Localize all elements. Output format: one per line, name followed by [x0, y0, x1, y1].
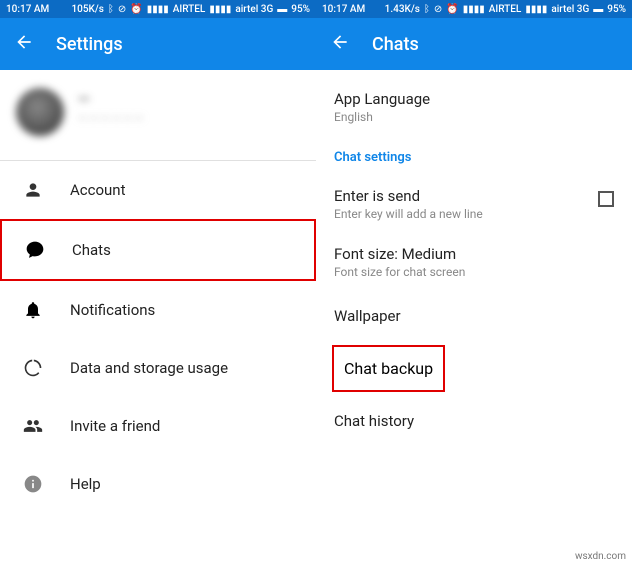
- signal-icon-2: ▮▮▮▮: [525, 4, 547, 15]
- signal-icon: ▮▮▮▮: [147, 4, 169, 15]
- network-label: airtel 3G: [551, 4, 589, 15]
- status-right: 1.43K/s ᛒ ⊘ ⏰ ▮▮▮▮ AIRTEL ▮▮▮▮ airtel 3G…: [385, 4, 626, 15]
- dnd-icon: ⊘: [118, 4, 126, 15]
- setting-chat-history[interactable]: Chat history: [316, 396, 632, 446]
- data-usage-icon: [22, 357, 44, 379]
- profile-status: — — — — — —: [78, 112, 300, 126]
- info-icon: [22, 473, 44, 495]
- menu-label: Account: [70, 181, 126, 199]
- chats-content: App Language English Chat settings Enter…: [316, 70, 632, 565]
- status-right: 105K/s ᛒ ⊘ ⏰ ▮▮▮▮ AIRTEL ▮▮▮▮ airtel 3G …: [71, 4, 310, 15]
- checkbox[interactable]: [598, 191, 614, 207]
- setting-subtitle: English: [334, 110, 614, 124]
- status-bar: 10:17 AM 1.43K/s ᛒ ⊘ ⏰ ▮▮▮▮ AIRTEL ▮▮▮▮ …: [316, 0, 632, 18]
- status-bar: 10:17 AM 105K/s ᛒ ⊘ ⏰ ▮▮▮▮ AIRTEL ▮▮▮▮ a…: [0, 0, 316, 18]
- person-icon: [22, 179, 44, 201]
- setting-title: Font size: Medium: [334, 245, 614, 263]
- menu-item-help[interactable]: Help: [0, 455, 316, 513]
- profile-row[interactable]: — — — — — — —: [0, 70, 316, 160]
- menu-item-account[interactable]: Account: [0, 161, 316, 219]
- page-title: Chats: [372, 34, 419, 55]
- people-icon: [22, 415, 44, 437]
- chat-bubble-icon: [24, 239, 46, 261]
- battery-icon: ▬: [593, 4, 603, 15]
- network-label: airtel 3G: [235, 4, 273, 15]
- menu-item-chats[interactable]: Chats: [0, 219, 316, 281]
- back-button[interactable]: [14, 32, 34, 56]
- setting-enter-is-send[interactable]: Enter is send Enter key will add a new l…: [316, 175, 632, 233]
- setting-title: Chat backup: [332, 345, 445, 392]
- setting-title: Wallpaper: [334, 307, 401, 325]
- setting-subtitle: Font size for chat screen: [334, 265, 614, 279]
- bluetooth-icon: ᛒ: [424, 4, 430, 15]
- setting-title: Chat history: [334, 412, 414, 430]
- menu-label: Invite a friend: [70, 417, 160, 435]
- screen-settings: 10:17 AM 105K/s ᛒ ⊘ ⏰ ▮▮▮▮ AIRTEL ▮▮▮▮ a…: [0, 0, 316, 565]
- menu-item-data[interactable]: Data and storage usage: [0, 339, 316, 397]
- menu-label: Data and storage usage: [70, 359, 228, 377]
- app-bar: Settings: [0, 18, 316, 70]
- battery-pct: 95%: [291, 4, 310, 15]
- alarm-icon: ⏰: [446, 4, 458, 15]
- setting-wallpaper[interactable]: Wallpaper: [316, 291, 632, 341]
- setting-chat-backup[interactable]: Chat backup: [316, 341, 632, 396]
- section-chat-settings: Chat settings: [316, 136, 632, 175]
- watermark: wsxdn.com: [575, 551, 626, 562]
- alarm-icon: ⏰: [130, 4, 142, 15]
- bell-icon: [22, 299, 44, 321]
- menu-item-notifications[interactable]: Notifications: [0, 281, 316, 339]
- menu-label: Help: [70, 475, 101, 493]
- signal-icon: ▮▮▮▮: [463, 4, 485, 15]
- signal-icon-2: ▮▮▮▮: [209, 4, 231, 15]
- page-title: Settings: [56, 34, 123, 55]
- carrier-label: AIRTEL: [173, 4, 206, 15]
- battery-icon: ▬: [277, 4, 287, 15]
- setting-font-size[interactable]: Font size: Medium Font size for chat scr…: [316, 233, 632, 291]
- menu-item-invite[interactable]: Invite a friend: [0, 397, 316, 455]
- setting-subtitle: Enter key will add a new line: [334, 207, 598, 221]
- dnd-icon: ⊘: [434, 4, 442, 15]
- battery-pct: 95%: [607, 4, 626, 15]
- bluetooth-icon: ᛒ: [108, 4, 114, 15]
- menu-label: Notifications: [70, 301, 155, 319]
- screen-chats: 10:17 AM 1.43K/s ᛒ ⊘ ⏰ ▮▮▮▮ AIRTEL ▮▮▮▮ …: [316, 0, 632, 565]
- setting-app-language[interactable]: App Language English: [316, 70, 632, 136]
- setting-title: Enter is send: [334, 187, 598, 205]
- back-button[interactable]: [330, 32, 350, 56]
- profile-name: —: [78, 90, 300, 108]
- carrier-label: AIRTEL: [489, 4, 522, 15]
- avatar: [16, 88, 64, 136]
- status-time: 10:17 AM: [322, 4, 365, 15]
- app-bar: Chats: [316, 18, 632, 70]
- menu-label: Chats: [72, 241, 111, 259]
- settings-content: — — — — — — — Account Chats Notification…: [0, 70, 316, 565]
- status-time: 10:17 AM: [6, 4, 49, 15]
- data-speed: 1.43K/s: [385, 4, 420, 15]
- data-speed: 105K/s: [71, 4, 103, 15]
- setting-title: App Language: [334, 90, 614, 108]
